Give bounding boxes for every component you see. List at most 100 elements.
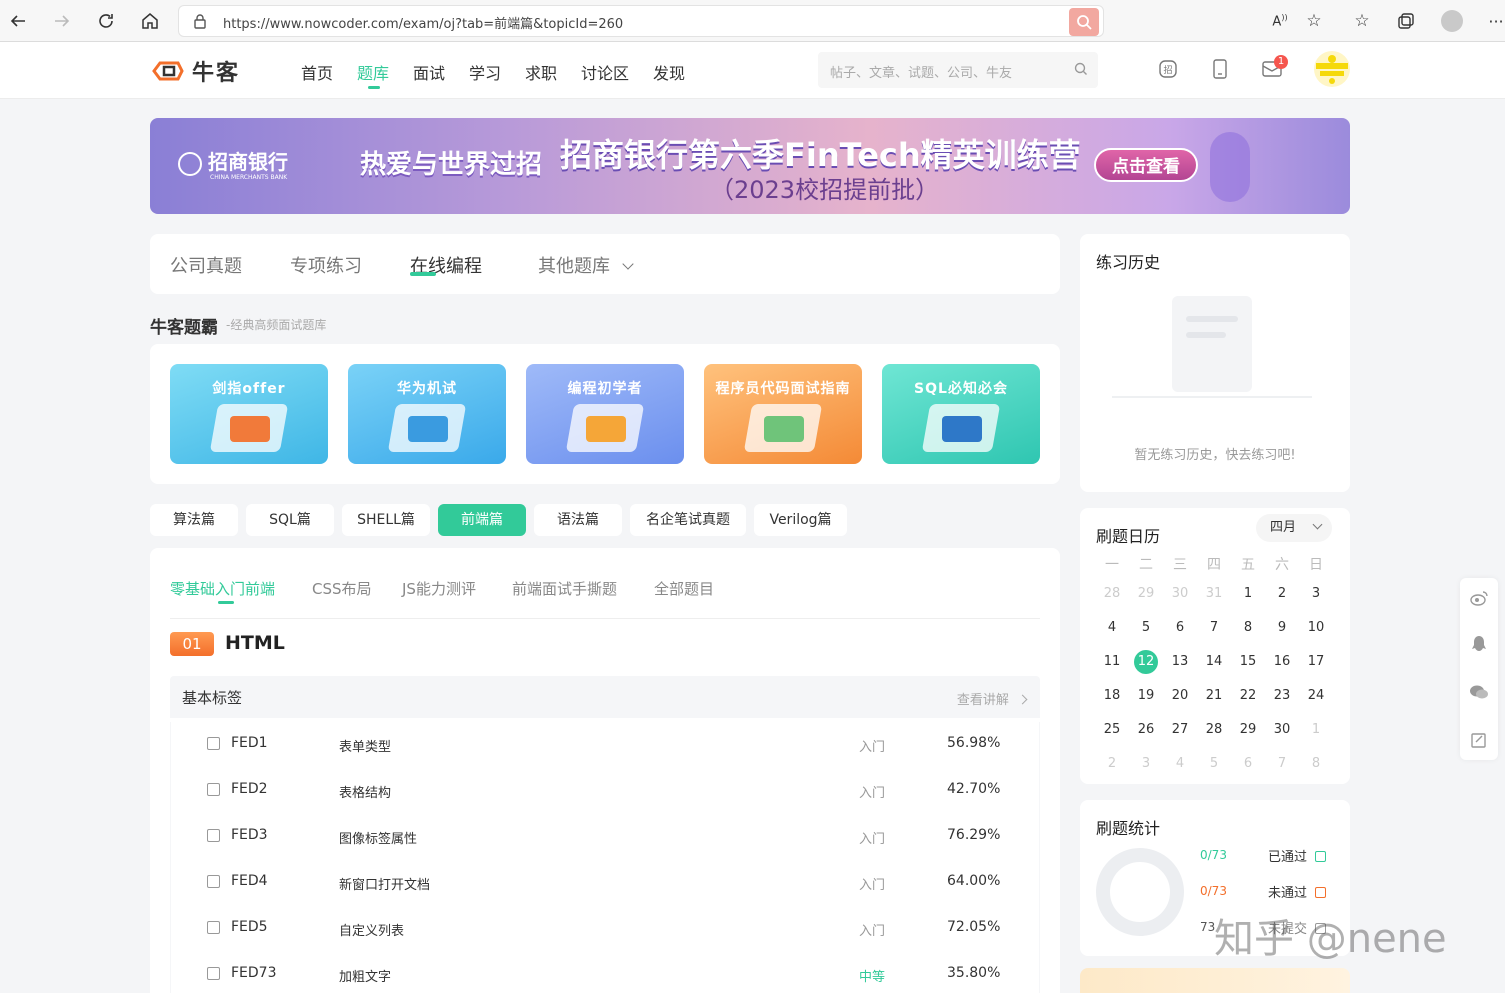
more-icon[interactable]: ··· (1484, 9, 1505, 33)
subtab-css-layout[interactable]: CSS布局 (312, 578, 372, 599)
question-row[interactable]: FED3 图像标签属性 入门 76.29% (170, 814, 1040, 860)
nowcoder-logo[interactable]: 牛客 (150, 55, 240, 87)
calendar-day[interactable]: 21 (1202, 684, 1226, 708)
book-sword-offer[interactable]: 剑指offer (170, 364, 328, 464)
calendar-day[interactable]: 2 (1100, 752, 1124, 776)
calendar-day[interactable]: 1 (1304, 718, 1328, 742)
collections-icon[interactable] (1394, 9, 1418, 33)
calendar-day[interactable]: 28 (1100, 582, 1124, 606)
calendar-day[interactable]: 4 (1168, 752, 1192, 776)
nav-discuss[interactable]: 讨论区 (581, 60, 629, 84)
calendar-day[interactable]: 3 (1304, 582, 1328, 606)
question-name[interactable]: 加粗文字 (339, 966, 391, 985)
calendar-day[interactable]: 24 (1304, 684, 1328, 708)
calendar-day[interactable]: 8 (1236, 616, 1260, 640)
month-select[interactable]: 四月 (1256, 514, 1332, 542)
calendar-day[interactable]: 7 (1270, 752, 1294, 776)
search-icon[interactable] (1074, 62, 1088, 80)
calendar-day[interactable]: 29 (1236, 718, 1260, 742)
weibo-icon[interactable] (1469, 588, 1489, 608)
book-interview-guide[interactable]: 程序员代码面试指南 (704, 364, 862, 464)
question-name[interactable]: 新窗口打开文档 (339, 874, 430, 893)
tab-other-banks[interactable]: 其他题库 (538, 252, 634, 278)
search-icon[interactable] (1069, 8, 1099, 36)
subtab-frontend-beginner[interactable]: 零基础入门前端 (170, 578, 275, 599)
question-name[interactable]: 表单类型 (339, 736, 391, 755)
view-explanation-link[interactable]: 查看讲解 (957, 689, 1028, 708)
calendar-day[interactable]: 6 (1236, 752, 1260, 776)
calendar-day[interactable]: 28 (1202, 718, 1226, 742)
calendar-day[interactable]: 27 (1168, 718, 1192, 742)
calendar-day[interactable]: 31 (1202, 582, 1226, 606)
nav-question-bank[interactable]: 题库 (357, 60, 389, 84)
promo-banner[interactable]: 招商银行 CHINA MERCHANTS BANK 热爱与世界过招 招商银行第六… (150, 118, 1350, 214)
question-row[interactable]: FED1 表单类型 入门 56.98% (170, 722, 1040, 768)
calendar-day[interactable]: 5 (1202, 752, 1226, 776)
calendar-day[interactable]: 19 (1134, 684, 1158, 708)
calendar-day[interactable]: 2 (1270, 582, 1294, 606)
mobile-app-icon[interactable] (1209, 58, 1231, 80)
question-row[interactable]: FED5 自定义列表 入门 72.05% (170, 906, 1040, 952)
calendar-day[interactable]: 30 (1270, 718, 1294, 742)
calendar-day[interactable]: 26 (1134, 718, 1158, 742)
favorites-icon[interactable]: ☆ (1350, 9, 1374, 33)
calendar-day-today[interactable]: 12 (1134, 650, 1158, 674)
wechat-icon[interactable] (1469, 682, 1489, 702)
refresh-icon[interactable] (94, 9, 118, 33)
qq-icon[interactable] (1469, 634, 1489, 654)
calendar-day[interactable]: 4 (1100, 616, 1124, 640)
calendar-day[interactable]: 14 (1202, 650, 1226, 674)
tab-topic-practice[interactable]: 专项练习 (290, 252, 362, 278)
calendar-day[interactable]: 13 (1168, 650, 1192, 674)
nav-discover[interactable]: 发现 (653, 60, 685, 84)
calendar-day[interactable]: 1 (1236, 582, 1260, 606)
book-beginner[interactable]: 编程初学者 (526, 364, 684, 464)
pill-verilog[interactable]: Verilog篇 (754, 504, 847, 536)
subtab-frontend-handwrite[interactable]: 前端面试手撕题 (512, 578, 617, 599)
calendar-day[interactable]: 9 (1270, 616, 1294, 640)
nav-learn[interactable]: 学习 (469, 60, 501, 84)
profile-icon[interactable] (1440, 9, 1464, 33)
calendar-day[interactable]: 23 (1270, 684, 1294, 708)
tab-company-questions[interactable]: 公司真题 (170, 252, 242, 278)
calendar-day[interactable]: 22 (1236, 684, 1260, 708)
forward-icon[interactable] (50, 9, 74, 33)
question-row[interactable]: FED2 表格结构 入门 42.70% (170, 768, 1040, 814)
address-bar[interactable]: https://www.nowcoder.com/exam/oj?tab=前端篇… (178, 5, 1104, 37)
recruit-icon[interactable]: 招 (1157, 58, 1179, 80)
site-search[interactable]: 帖子、文章、试题、公司、牛友 (818, 52, 1098, 88)
pill-sql[interactable]: SQL篇 (246, 504, 334, 536)
book-huawei[interactable]: 华为机试 (348, 364, 506, 464)
book-sql[interactable]: SQL必知必会 (882, 364, 1040, 464)
calendar-day[interactable]: 29 (1134, 582, 1158, 606)
calendar-day[interactable]: 20 (1168, 684, 1192, 708)
feedback-icon[interactable] (1469, 730, 1489, 750)
calendar-day[interactable]: 11 (1100, 650, 1124, 674)
calendar-day[interactable]: 16 (1270, 650, 1294, 674)
banner-view-button[interactable]: 点击查看 (1094, 148, 1198, 182)
back-icon[interactable] (6, 9, 30, 33)
favorite-add-icon[interactable]: ☆ (1302, 9, 1326, 33)
pill-algorithm[interactable]: 算法篇 (150, 504, 238, 536)
pill-frontend[interactable]: 前端篇 (438, 504, 526, 536)
nav-jobs[interactable]: 求职 (525, 60, 557, 84)
question-row[interactable]: FED4 新窗口打开文档 入门 64.00% (170, 860, 1040, 906)
nav-home[interactable]: 首页 (301, 60, 333, 84)
pill-company-exams[interactable]: 名企笔试真题 (630, 504, 746, 536)
subtab-js-test[interactable]: JS能力测评 (402, 578, 476, 599)
question-row[interactable]: FED73 加粗文字 中等 35.80% (170, 952, 1040, 993)
read-aloud-icon[interactable]: A)) (1268, 9, 1292, 33)
calendar-day[interactable]: 6 (1168, 616, 1192, 640)
calendar-day[interactable]: 8 (1304, 752, 1328, 776)
calendar-day[interactable]: 10 (1304, 616, 1328, 640)
home-icon[interactable] (138, 9, 162, 33)
calendar-day[interactable]: 15 (1236, 650, 1260, 674)
calendar-day[interactable]: 30 (1168, 582, 1192, 606)
pill-syntax[interactable]: 语法篇 (534, 504, 622, 536)
calendar-day[interactable]: 5 (1134, 616, 1158, 640)
pill-shell[interactable]: SHELL篇 (342, 504, 430, 536)
nav-interview[interactable]: 面试 (413, 60, 445, 84)
user-avatar[interactable] (1314, 51, 1350, 87)
calendar-day[interactable]: 7 (1202, 616, 1226, 640)
calendar-day[interactable]: 25 (1100, 718, 1124, 742)
